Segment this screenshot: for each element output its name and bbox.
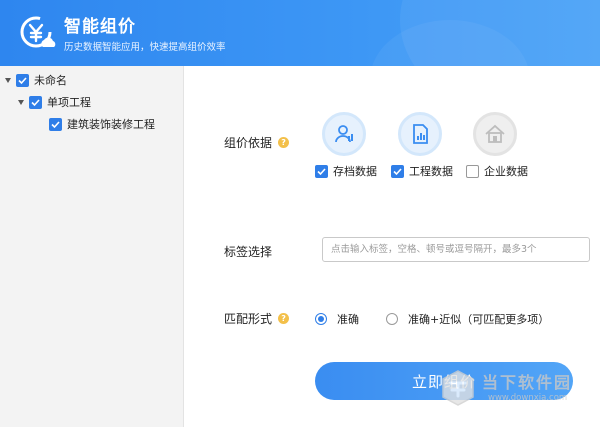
project-tree-sidebar: 未命名 单项工程 建筑装饰装修工程 (0, 66, 184, 427)
source-label: 组价依据 ? (224, 134, 290, 151)
match-option-exact[interactable]: 准确 (315, 311, 359, 327)
tag-input[interactable] (322, 237, 590, 262)
source-option-archive[interactable]: 存档数据 (315, 163, 377, 179)
app-subtitle: 历史数据智能应用，快速提高组价效率 (64, 42, 226, 53)
match-label-text: 匹配形式 (224, 312, 273, 326)
source-label-text: 组价依据 (224, 136, 273, 150)
checkbox-checked-icon[interactable] (391, 164, 404, 178)
user-archive-icon[interactable] (322, 112, 366, 156)
source-option-label: 企业数据 (484, 165, 528, 178)
source-option-label: 存档数据 (333, 165, 377, 178)
checkbox-checked-icon[interactable] (16, 73, 29, 87)
help-icon[interactable]: ? (278, 137, 290, 148)
expand-arrow-icon[interactable] (3, 75, 13, 85)
watermark-text: 当下软件园 (482, 373, 573, 392)
checkbox-checked-icon[interactable] (49, 117, 62, 131)
app-title: 智能组价 (64, 17, 136, 37)
tree-node-label: 建筑装饰装修工程 (67, 118, 155, 131)
tags-label-text: 标签选择 (224, 245, 273, 259)
radio-unselected-icon[interactable] (386, 313, 398, 325)
tree-node-root[interactable]: 未命名 (3, 71, 67, 89)
checkbox-checked-icon[interactable] (315, 164, 328, 178)
source-option-enterprise[interactable]: 企业数据 (466, 163, 528, 179)
yuan-cloud-icon (20, 16, 56, 48)
match-label: 匹配形式 ? (224, 310, 290, 327)
tree-node-decoration-project[interactable]: 建筑装饰装修工程 (49, 115, 155, 133)
expand-arrow-icon[interactable] (16, 97, 26, 107)
document-chart-icon[interactable] (398, 112, 442, 156)
tree-node-label: 未命名 (34, 74, 67, 87)
watermark: 当下软件园 www.downxia.com (440, 365, 590, 415)
match-option-approx[interactable]: 准确+近似（可匹配更多项） (386, 311, 549, 327)
app-header: 智能组价 历史数据智能应用，快速提高组价效率 (0, 0, 600, 66)
match-option-label: 准确 (337, 313, 359, 326)
building-icon[interactable] (473, 112, 517, 156)
help-icon[interactable]: ? (278, 313, 290, 324)
source-option-label: 工程数据 (409, 165, 453, 178)
radio-selected-icon[interactable] (315, 313, 327, 325)
tree-node-single-project[interactable]: 单项工程 (16, 93, 91, 111)
tree-node-label: 单项工程 (47, 96, 91, 109)
match-option-label: 准确+近似（可匹配更多项） (408, 313, 550, 326)
checkbox-unchecked-icon[interactable] (466, 164, 479, 178)
source-option-project[interactable]: 工程数据 (391, 163, 453, 179)
watermark-url: www.downxia.com (488, 393, 568, 403)
watermark-logo-icon (442, 370, 474, 406)
tags-label: 标签选择 (224, 243, 272, 260)
checkbox-checked-icon[interactable] (29, 95, 42, 109)
